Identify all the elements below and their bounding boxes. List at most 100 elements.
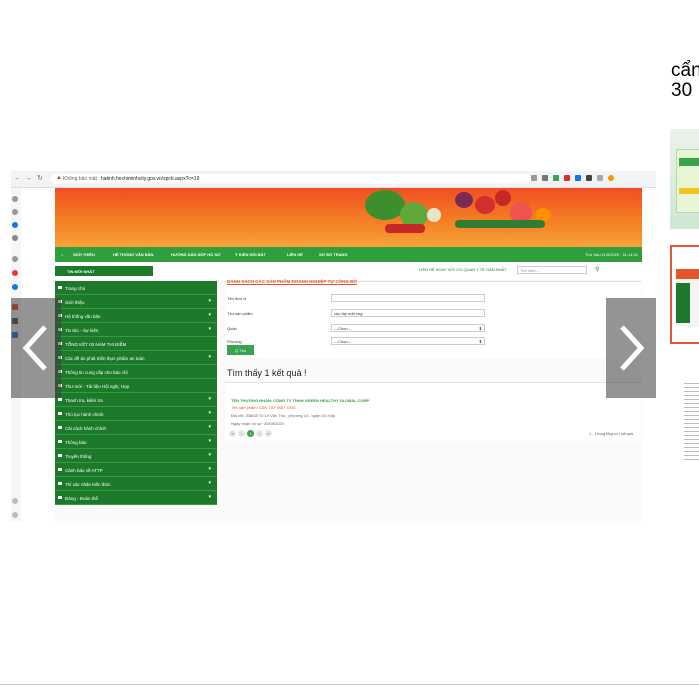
sidebar-item-label: Cảnh báo về ATTP (65, 467, 103, 473)
reload-icon[interactable]: ↻ (37, 175, 43, 182)
caret-down-icon: ▾ (208, 438, 211, 444)
page-1-button[interactable]: 1 (247, 430, 254, 437)
more-icon[interactable] (12, 512, 18, 518)
shield-icon[interactable] (542, 175, 548, 181)
page-prev-button[interactable]: ‹ (238, 430, 245, 437)
results-heading: Tìm thấy 1 kết quả ! (227, 368, 307, 378)
result-product[interactable]: Tên sản phẩm: CẦN TÂY MẬT ONG (231, 405, 296, 410)
next-image-button[interactable] (606, 298, 656, 398)
sidebar-item-label: Hệ thống văn bản (65, 313, 101, 319)
screenshot-frame: ← → ↻ ▲ Không bảo mật hatinh.hochiminhci… (11, 171, 656, 521)
youtube-icon[interactable] (12, 270, 18, 276)
extension-red-icon[interactable] (564, 175, 570, 181)
sidebar-item-home[interactable]: Trang chủ (55, 281, 217, 295)
caret-down-icon: ▾ (208, 494, 211, 500)
contact-link[interactable]: LIÊN HỆ NGAY VỚI CƠ QUAN Y TẾ GẦN NHẤT (419, 267, 507, 272)
menu-item-guide[interactable]: HƯỚNG DẪN NỘP HỒ SƠ (171, 252, 220, 257)
menu-item-contact[interactable]: LIÊN HỆ (287, 252, 303, 257)
sidebar-item-notices[interactable]: Thông báo ▾ (55, 435, 217, 449)
puzzle-icon[interactable] (597, 175, 603, 181)
sidebar-item-procedures[interactable]: Thủ tục hành chính ▾ (55, 407, 217, 421)
sidebar-item-label: Trang chủ (65, 285, 86, 291)
menu-item-opinions[interactable]: Ý KIẾN NỘI BẬT (235, 252, 266, 257)
org-input[interactable] (331, 294, 485, 302)
app-icon[interactable] (12, 256, 18, 262)
sidebar-item-summary[interactable]: TỔNG KẾT 03 NĂM THÍ ĐIỂM (55, 337, 217, 351)
caption-line: cẩn (671, 60, 699, 81)
app-icon[interactable] (12, 196, 18, 202)
sidebar-item-label: Thư mời - Tài liệu Hội nghị, Họp (65, 383, 130, 389)
sidebar-item-projects[interactable]: Các đề án phát triển thực phẩm an toàn ▾ (55, 351, 217, 365)
product-input[interactable]: cần tây mật ong (331, 309, 485, 317)
sidebar-item-alerts[interactable]: Cảnh báo về ATTP ▾ (55, 463, 217, 477)
thumbnail-product[interactable] (670, 129, 699, 229)
star-icon[interactable] (531, 175, 537, 181)
result-item: TÊN THƯƠNG NHÂN: CÔNG TY TNHH GREEN HEAL… (225, 382, 641, 441)
sidebar-item-documents[interactable]: Hệ thống văn bản ▾ (55, 309, 217, 323)
district-select[interactable]: ---Chọn--- ⬍ (331, 324, 485, 332)
chevron-left-icon (22, 325, 47, 371)
latest-news-badge: TIN MỚI NHẤT (55, 266, 153, 276)
thumbnail-document[interactable] (670, 374, 699, 474)
app-icon[interactable] (12, 209, 18, 215)
sidebar-item-news[interactable]: Tin tức - Sự kiện ▾ (55, 323, 217, 337)
menu-item-sitemap[interactable]: SƠ ĐỒ TRANG (319, 252, 348, 257)
vegetable-image (365, 190, 405, 220)
extension-blue-icon[interactable] (575, 175, 581, 181)
prev-image-button[interactable] (11, 298, 61, 398)
page-info: 1 - 1 trong tổng số 1 kết quả (589, 432, 633, 436)
caret-down-icon: ▾ (208, 466, 211, 472)
page-next-button[interactable]: › (256, 430, 263, 437)
page-first-button[interactable]: « (229, 430, 236, 437)
search-icon[interactable]: ⚲ (595, 266, 599, 273)
ward-select[interactable]: ---Chọn--- ⬍ (331, 337, 485, 345)
vegetable-image (455, 220, 545, 228)
sidebar-item-invitations[interactable]: Thư mời - Tài liệu Hội nghị, Họp (55, 379, 217, 393)
sidebar-item-party[interactable]: Đảng - Đoàn thể ▾ (55, 491, 217, 505)
category-sidebar: Trang chủ Giới thiệu ▾ Hệ thống văn bản ▾ … (55, 281, 217, 521)
extension-green-icon[interactable] (553, 175, 559, 181)
website: ⌂ GIỚI THIỆU HỆ THỐNG VĂN BẢN HƯỚNG DẪN … (55, 188, 642, 521)
messenger-icon[interactable] (12, 222, 18, 228)
header-banner (55, 188, 642, 247)
main-content: DANH SÁCH CÁC SẢN PHẨM DOANH NGHIỆP TỰ C… (225, 279, 642, 521)
sidebar-item-inspection[interactable]: Thanh tra, kiểm tra ▾ (55, 393, 217, 407)
address-bar[interactable]: ▲ Không bảo mật hatinh.hochiminhcity.gov… (51, 174, 531, 184)
extension-dark-icon[interactable] (586, 175, 592, 181)
sidebar-item-media[interactable]: Truyền thông ▾ (55, 449, 217, 463)
search-button[interactable]: Q Tìm (227, 345, 254, 355)
sidebar-item-knowledge-test[interactable]: Thí xác nhận kiến thức ▾ (55, 477, 217, 491)
menu-item-documents[interactable]: HỆ THỐNG VĂN BẢN (113, 252, 153, 257)
sidebar-item-label: Giới thiệu (65, 299, 85, 305)
main-menu: ⌂ GIỚI THIỆU HỆ THỐNG VĂN BẢN HƯỚNG DẪN … (55, 247, 642, 262)
caret-down-icon: ▾ (208, 452, 211, 458)
back-icon[interactable]: ← (14, 175, 21, 182)
ward-label: Phường (227, 339, 242, 344)
bell-icon[interactable] (12, 498, 18, 504)
avatar-icon[interactable] (608, 175, 614, 181)
sidebar-item-label: Thí xác nhận kiến thức (65, 481, 111, 487)
caret-down-icon: ▾ (208, 312, 211, 318)
app-icon[interactable] (12, 235, 18, 241)
caret-down-icon: ▾ (208, 298, 211, 304)
caret-down-icon: ▾ (208, 326, 211, 332)
sidebar-item-label: Truyền thông (65, 453, 92, 459)
sidebar-item-label: Thủ tục hành chính (65, 411, 104, 417)
info-icon[interactable] (12, 284, 18, 290)
sidebar-item-about[interactable]: Giới thiệu ▾ (55, 295, 217, 309)
home-icon[interactable]: ⌂ (61, 252, 63, 257)
thumbnail-current[interactable] (670, 245, 699, 344)
pagination: « ‹ 1 › » (229, 430, 272, 437)
browser-toolbar: ← → ↻ ▲ Không bảo mật hatinh.hochiminhci… (11, 171, 656, 188)
search-input[interactable]: Tìm kiếm... (517, 266, 587, 274)
sidebar-item-press[interactable]: Thông tin cung cấp cho báo chí (55, 365, 217, 379)
forward-icon[interactable]: → (25, 175, 32, 182)
menu-item-about[interactable]: GIỚI THIỆU (73, 252, 95, 257)
current-date: Thứ Sáu 11/9/2020 - 11:14:41 (584, 252, 638, 257)
result-address: Địa chỉ: 308/58 Tô Lê Văn Thọ , phường 1… (231, 413, 336, 418)
list-icon (58, 412, 62, 415)
product-pack-image (676, 149, 699, 213)
sidebar-item-reform[interactable]: Cải cách hành chính ▾ (55, 421, 217, 435)
page-last-button[interactable]: » (265, 430, 272, 437)
result-company[interactable]: TÊN THƯƠNG NHÂN: CÔNG TY TNHH GREEN HEAL… (231, 398, 369, 403)
